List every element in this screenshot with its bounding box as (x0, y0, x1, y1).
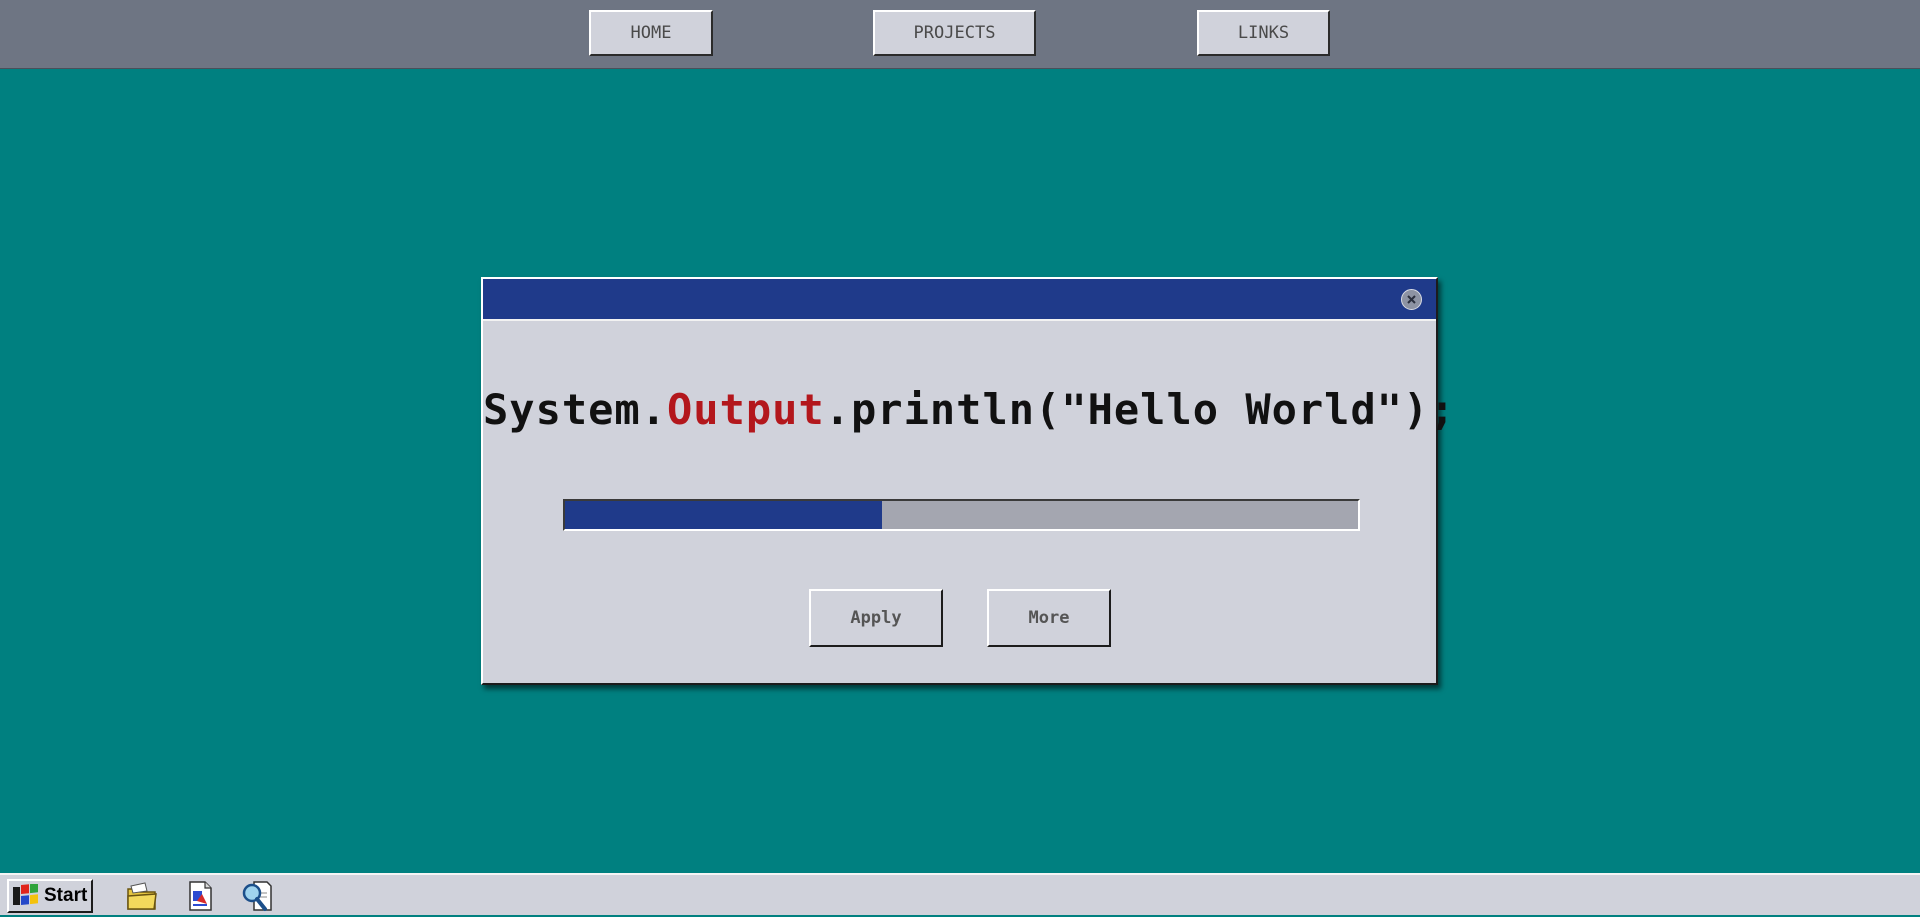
close-icon (1407, 295, 1416, 304)
apply-button[interactable]: Apply (809, 589, 943, 647)
code-prefix: System. (483, 385, 668, 434)
start-label: Start (44, 885, 88, 906)
more-button[interactable]: More (987, 589, 1111, 647)
close-button[interactable] (1401, 289, 1422, 310)
start-button[interactable]: Start (7, 879, 93, 913)
code-suffix: .println("Hello World"); (824, 385, 1456, 434)
document-icon[interactable] (183, 879, 217, 913)
progress-fill (565, 501, 883, 529)
nav-projects-button[interactable]: PROJECTS (873, 10, 1036, 56)
dialog-titlebar[interactable] (483, 279, 1436, 321)
taskbar: Start (0, 873, 1920, 915)
top-nav-bar: HOME PROJECTS LINKS (0, 0, 1920, 69)
nav-home-button[interactable]: HOME (589, 10, 713, 56)
nav-links-button[interactable]: LINKS (1197, 10, 1330, 56)
code-highlight: Output (667, 385, 825, 434)
folder-icon[interactable] (125, 879, 159, 913)
search-icon[interactable] (240, 879, 274, 913)
progress-bar (563, 499, 1360, 531)
windows-logo-icon (13, 884, 38, 906)
dialog-window: System.Output.println("Hello World"); Ap… (481, 277, 1455, 685)
code-message: System.Output.println("Hello World"); (483, 385, 1455, 434)
